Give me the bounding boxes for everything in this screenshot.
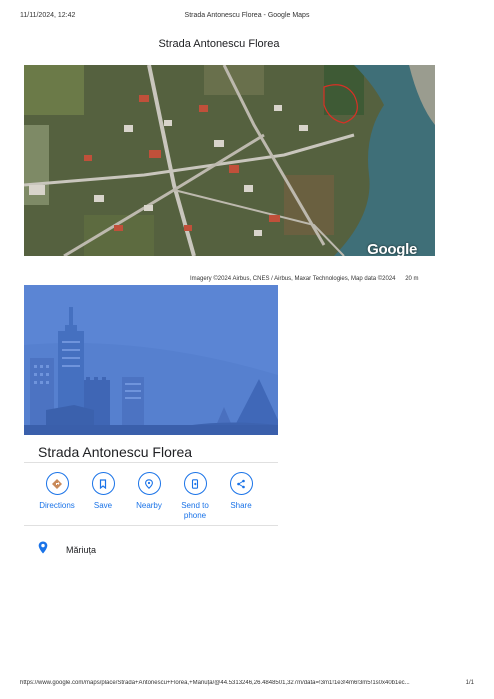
- place-name: Strada Antonescu Florea: [38, 444, 193, 460]
- print-header-title: Strada Antonescu Florea - Google Maps: [184, 12, 310, 19]
- share-icon: [229, 472, 253, 495]
- attribution-text: Imagery ©2024 Airbus, CNES / Airbus, Max…: [190, 276, 396, 282]
- locality-row[interactable]: Măriuța: [38, 541, 96, 559]
- location-pin-icon: [38, 541, 48, 559]
- city-skyline-illustration: [24, 285, 278, 435]
- action-bar: Directions Save Nearby Send to phone Sha…: [34, 472, 264, 521]
- divider-top: [24, 462, 278, 463]
- place-hero-illustration: [24, 285, 278, 435]
- page-title: Strada Antonescu Florea: [158, 38, 280, 50]
- save-button[interactable]: Save: [80, 472, 126, 521]
- nearby-icon: [137, 472, 161, 495]
- map-attribution: Imagery ©2024 Airbus, CNES / Airbus, Max…: [190, 276, 419, 282]
- bookmark-icon: [91, 472, 115, 495]
- google-logo: Google: [367, 241, 417, 256]
- footer-url: https://www.google.com/maps/place/Strada…: [20, 680, 410, 686]
- locality-text: Măriuța: [66, 545, 97, 555]
- nearby-button[interactable]: Nearby: [126, 472, 172, 521]
- share-label: Share: [230, 501, 252, 510]
- footer-page-number: 1/1: [465, 680, 474, 686]
- share-button[interactable]: Share: [218, 472, 264, 521]
- send-to-phone-button[interactable]: Send to phone: [172, 472, 218, 521]
- nearby-label: Nearby: [136, 501, 162, 510]
- send-to-phone-icon: [183, 472, 207, 495]
- save-label: Save: [93, 501, 113, 510]
- send-to-phone-label: Send to phone: [181, 501, 209, 520]
- directions-button[interactable]: Directions: [34, 472, 80, 521]
- directions-label: Directions: [39, 501, 75, 510]
- satellite-map[interactable]: Google: [24, 65, 435, 256]
- directions-icon: [45, 472, 69, 495]
- divider-bottom: [24, 525, 278, 526]
- satellite-imagery: [24, 65, 435, 256]
- map-scale: 20 m: [405, 276, 419, 282]
